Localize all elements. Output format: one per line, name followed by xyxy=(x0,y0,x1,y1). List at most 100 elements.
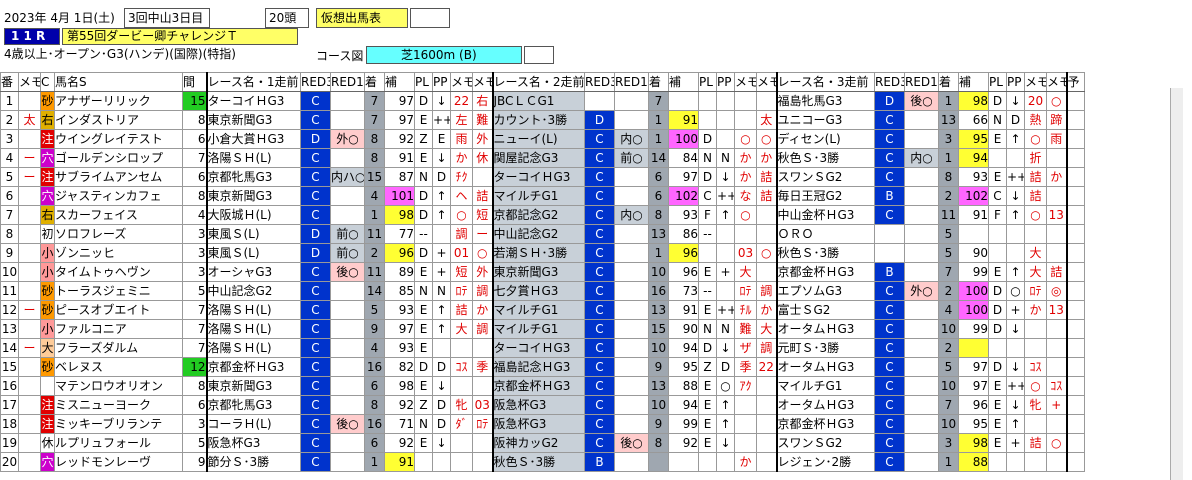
prev-race-name[interactable]: 中山記念G2 xyxy=(205,281,301,301)
column-header[interactable]: レース名・3走前 xyxy=(775,72,875,92)
table-row[interactable]: 11 砂トーラスジェミニ 5 中山記念G2 C 14 85 N N ﾛﾃ調七夕賞ＨG3 C 16 73-… xyxy=(0,281,1085,301)
prev-race-name[interactable]: 京都金杯ＨG3 xyxy=(205,357,301,377)
prev-race-name[interactable]: カウント･3勝 xyxy=(491,110,585,130)
horse-name[interactable]: サブライムアンセム xyxy=(54,167,183,187)
horse-name[interactable]: タイムトゥヘヴン xyxy=(54,262,183,282)
table-row[interactable]: 2太右インダストリア8東京新聞G3C797E++左難カウント･3勝D191太ユニ… xyxy=(0,110,1085,130)
prev-race-name[interactable]: スワンＳG2 xyxy=(775,433,875,453)
column-header[interactable]: PP xyxy=(716,72,735,92)
memo-cell[interactable] xyxy=(18,243,41,263)
column-header[interactable]: 間 xyxy=(182,72,207,92)
memo-cell[interactable]: ー xyxy=(18,338,41,358)
horse-name[interactable]: ゾンニッヒ xyxy=(54,243,183,263)
memo-cell[interactable] xyxy=(18,376,41,396)
prediction-cell[interactable] xyxy=(1065,414,1085,434)
memo-cell[interactable] xyxy=(18,91,41,111)
horse-name[interactable]: フラーズダルム xyxy=(54,338,183,358)
prev-race-name[interactable]: オータムＨG3 xyxy=(775,357,875,377)
horse-name[interactable]: ピースオブエイト xyxy=(54,300,183,320)
prediction-cell[interactable] xyxy=(1065,205,1085,225)
prev-race-name[interactable]: 秋色Ｓ･3勝 xyxy=(775,243,875,263)
table-row[interactable]: 1 砂アナザーリリック 15 ターコイＨG3 C 7 97 D ↓ 22 右 JBCＬＣG1 7 福島牝馬… xyxy=(0,91,1085,111)
prediction-cell[interactable] xyxy=(1065,376,1085,396)
prev-race-name[interactable]: ターコイＨG3 xyxy=(491,338,585,358)
prev-race-name[interactable]: 阪神カッG2 xyxy=(491,433,585,453)
prev-race-name[interactable]: 京都金杯ＨG3 xyxy=(775,414,875,434)
table-row[interactable]: 9 小ゾンニッヒ 3 東風Ｓ(L) D 前○ 2 96 D +01 ○ 若潮ＳＨ･3勝 C 1 96 03 ○ 秋… xyxy=(0,243,1085,263)
prev-race-name[interactable]: 関屋記念G3 xyxy=(491,148,585,168)
column-header[interactable]: PP xyxy=(432,72,451,92)
horse-name[interactable]: ベレヌス xyxy=(54,357,183,377)
memo-cell[interactable] xyxy=(18,395,41,415)
prev-race-name[interactable]: ＯＲＯ xyxy=(775,224,875,244)
column-header[interactable]: 補 xyxy=(668,72,699,92)
prev-race-name[interactable]: 大阪城Ｈ(L) xyxy=(205,205,301,225)
column-header[interactable]: 補 xyxy=(958,72,989,92)
prev-race-name[interactable]: ディセン(L) xyxy=(775,129,875,149)
meeting-field[interactable]: 3回中山3日目 xyxy=(124,8,210,28)
prediction-cell[interactable] xyxy=(1065,281,1085,301)
memo-cell[interactable] xyxy=(18,452,41,472)
table-row[interactable]: 3 注ウイングレイテスト 6 小倉大賞ＨG3 D 外○ 8 92 Z E 雨外ニューイ(L) C 内○ 1… xyxy=(0,129,1085,149)
prediction-cell[interactable] xyxy=(1065,262,1085,282)
prev-race-name[interactable]: 秋色Ｓ･3勝 xyxy=(775,148,875,168)
table-row[interactable]: 13 小ファルコニア 7 洛陽ＳＨ(L) C 9 97 E ↑ 大調マイルチG1 C 15 90 N N 難大… xyxy=(0,319,1085,339)
prev-race-name[interactable]: 東風Ｓ(L) xyxy=(205,224,301,244)
prediction-cell[interactable] xyxy=(1065,319,1085,339)
column-header[interactable]: メモ xyxy=(472,72,493,92)
column-header[interactable]: レース名・2走前 xyxy=(491,72,585,92)
prediction-cell[interactable] xyxy=(1065,338,1085,358)
prediction-cell[interactable] xyxy=(1065,167,1085,187)
horse-name[interactable]: ウイングレイテスト xyxy=(54,129,183,149)
horse-name[interactable]: ソロフレーズ xyxy=(54,224,183,244)
table-row[interactable]: 12 ー砂ピースオブエイト 7 洛陽ＳＨ(L) C 5 93 E ↑ 詰かマイルチG1 C 13 91 E… xyxy=(0,300,1085,320)
column-header[interactable]: メモ xyxy=(1046,72,1067,92)
column-header[interactable]: 番 xyxy=(0,72,19,92)
table-row[interactable]: 4 ー穴ゴールデンシロップ 7 洛陽ＳＨ(L) C 8 91 E ↓ か休関屋記念G3 C 前○ 14 8… xyxy=(0,148,1085,168)
prev-race-name[interactable]: 七夕賞ＨG3 xyxy=(491,281,585,301)
column-header[interactable]: PL xyxy=(698,72,717,92)
prev-race-name[interactable]: オータムＨG3 xyxy=(775,319,875,339)
column-header[interactable]: メモ xyxy=(450,72,473,92)
column-header[interactable]: メモ xyxy=(734,72,757,92)
column-header[interactable]: PL xyxy=(414,72,433,92)
column-header[interactable]: 着 xyxy=(364,72,385,92)
mode-badge[interactable]: 仮想出馬表 xyxy=(316,8,408,28)
column-header[interactable]: C xyxy=(40,72,55,92)
horse-name[interactable]: ルプリュフォール xyxy=(54,433,183,453)
horse-name[interactable]: スカーフェイス xyxy=(54,205,183,225)
prediction-cell[interactable] xyxy=(1065,433,1085,453)
prediction-cell[interactable] xyxy=(1065,395,1085,415)
prev-race-name[interactable]: ユニコーG3 xyxy=(775,110,875,130)
prev-race-name[interactable]: 阪急杯G3 xyxy=(491,395,585,415)
horse-name[interactable]: アナザーリリック xyxy=(54,91,183,111)
course-extra-field[interactable] xyxy=(524,46,554,64)
prediction-cell[interactable] xyxy=(1065,224,1085,244)
memo-cell[interactable]: 太 xyxy=(18,110,41,130)
prev-race-name[interactable]: 京都金杯ＨG3 xyxy=(775,262,875,282)
prev-race-name[interactable]: マイルチG1 xyxy=(491,319,585,339)
memo-cell[interactable] xyxy=(18,205,41,225)
prev-race-name[interactable]: 小倉大賞ＨG3 xyxy=(205,129,301,149)
prev-race-name[interactable]: 阪急杯G3 xyxy=(491,414,585,434)
column-header[interactable]: PL xyxy=(988,72,1007,92)
memo-cell[interactable] xyxy=(18,186,41,206)
course-map-label[interactable]: コース図 xyxy=(316,48,363,64)
prev-race-name[interactable]: オーシャG3 xyxy=(205,262,301,282)
prev-race-name[interactable]: 節分Ｓ･3勝 xyxy=(205,452,301,472)
column-header[interactable]: 着 xyxy=(648,72,669,92)
horse-name[interactable]: ミッキーブリランテ xyxy=(54,414,183,434)
prev-race-name[interactable]: 毎日王冠G2 xyxy=(775,186,875,206)
column-header[interactable]: PP xyxy=(1006,72,1025,92)
table-row[interactable]: 18 注ミッキーブリランテ 3 コーラＨ(L) C 後○ 16 71 N D ﾀﾞ ﾛﾃ 阪急杯G3 C 9… xyxy=(0,414,1085,434)
horse-name[interactable]: トーラスジェミニ xyxy=(54,281,183,301)
horse-name[interactable]: インダストリア xyxy=(54,110,183,130)
table-row[interactable]: 7 右スカーフェイス 4 大阪城Ｈ(L) C 1 98 D ↑ ○ 短京都記念G2 C 内○ 8 93 F ↑ ○… xyxy=(0,205,1085,225)
prev-race-name[interactable]: 中山記念G2 xyxy=(491,224,585,244)
horse-name[interactable]: ゴールデンシロップ xyxy=(54,148,183,168)
memo-cell[interactable] xyxy=(18,357,41,377)
prev-race-name[interactable]: JBCＬＣG1 xyxy=(491,91,585,111)
table-row[interactable]: 10 小タイムトゥヘヴン 3 オーシャG3 C 後○ 11 89 E + 短外東京新聞G3 C 10 96… xyxy=(0,262,1085,282)
prev-race-name[interactable]: ニューイ(L) xyxy=(491,129,585,149)
table-row[interactable]: 6 穴ジャスティンカフェ 8 東京新聞G3 C 4 101 D ↑ ヘ詰マイルチG1 C 6 102 C +… xyxy=(0,186,1085,206)
